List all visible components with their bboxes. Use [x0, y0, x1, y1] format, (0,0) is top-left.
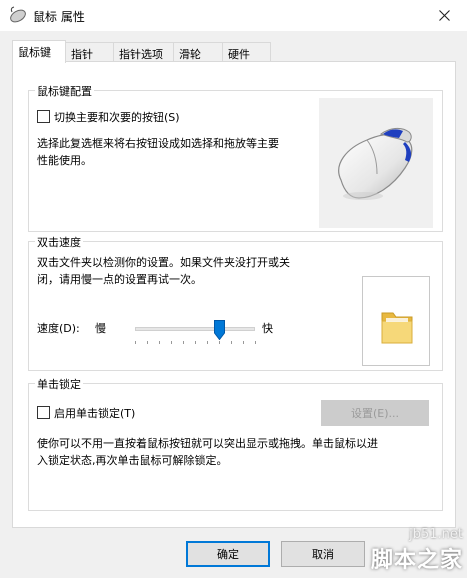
- cancel-button[interactable]: 取消: [281, 541, 365, 567]
- mouse-icon: [10, 6, 26, 23]
- title-bar: 鼠标 属性: [0, 0, 467, 31]
- button-config-description: 选择此复选框来将右按钮设成如选择和拖放等主要 性能使用。: [37, 135, 307, 169]
- tab-panel: 鼠标键配置 切换主要和次要的按钮(S) 选择此复选框来将右按钮设成如选择和拖放等…: [12, 61, 456, 528]
- double-click-description: 双击文件夹以检测你的设置。如果文件夹没打开或关 闭，请用慢一点的设置再试一次。: [37, 254, 337, 288]
- slider-tick: [255, 341, 256, 344]
- site-watermark: jb51.net 脚本之家: [371, 527, 463, 574]
- double-click-speed-slider-thumb[interactable]: [214, 320, 225, 340]
- tab-hardware[interactable]: 硬件: [222, 42, 271, 62]
- mouse-preview: [319, 98, 433, 228]
- slider-tick: [195, 341, 196, 344]
- tab-pointer-options[interactable]: 指针选项: [113, 42, 174, 62]
- double-click-group: 双击速度 双击文件夹以检测你的设置。如果文件夹没打开或关 闭，请用慢一点的设置再…: [28, 234, 443, 371]
- slider-tick: [219, 341, 220, 344]
- slider-tick: [243, 341, 244, 344]
- click-lock-desc-line2: 入锁定状态,再次单击鼠标可解除锁定。: [37, 454, 228, 467]
- click-lock-desc-line1: 使你可以不用一直按着鼠标按钮就可以突出显示或拖拽。单击鼠标以进: [37, 437, 378, 450]
- mouse-properties-window: 鼠标 属性 鼠标键 指针 指针选项 滑轮 硬件 鼠标键配置 切换主要和次要的按钮…: [0, 0, 467, 578]
- click-lock-settings-button[interactable]: 设置(E)...: [321, 400, 429, 426]
- double-click-speed-slider-track[interactable]: [135, 327, 255, 331]
- slider-tick: [135, 341, 136, 344]
- switch-buttons-checkbox[interactable]: [37, 110, 50, 123]
- button-config-desc-line2: 性能使用。: [37, 154, 92, 167]
- slider-tick: [231, 341, 232, 344]
- tab-wheel[interactable]: 滑轮: [173, 42, 223, 62]
- click-lock-label: 启用单击锁定(T): [54, 407, 136, 420]
- double-click-desc-line1: 双击文件夹以检测你的设置。如果文件夹没打开或关: [37, 256, 290, 269]
- close-button[interactable]: [421, 0, 467, 31]
- double-click-title: 双击速度: [35, 234, 83, 250]
- mouse-illustration-icon: [338, 127, 413, 200]
- speed-label: 速度(D):: [37, 322, 80, 335]
- folder-icon: [381, 312, 413, 344]
- watermark-text: 脚本之家: [370, 548, 463, 573]
- switch-buttons-option[interactable]: 切换主要和次要的按钮(S): [37, 109, 180, 126]
- slider-tick: [147, 341, 148, 344]
- button-config-desc-line1: 选择此复选框来将右按钮设成如选择和拖放等主要: [37, 137, 279, 150]
- watermark-url: jb51.net: [409, 527, 463, 542]
- slider-tick: [159, 341, 160, 344]
- slider-tick: [207, 341, 208, 344]
- slow-label: 慢: [95, 322, 106, 335]
- click-lock-description: 使你可以不用一直按着鼠标按钮就可以突出显示或拖拽。单击鼠标以进 入锁定状态,再次…: [37, 435, 437, 469]
- slider-tick: [183, 341, 184, 344]
- switch-buttons-label: 切换主要和次要的按钮(S): [54, 111, 180, 124]
- ok-button[interactable]: 确定: [186, 541, 270, 567]
- test-folder-area[interactable]: [362, 276, 430, 366]
- button-config-title: 鼠标键配置: [35, 83, 94, 99]
- click-lock-group: 单击锁定 启用单击锁定(T) 设置(E)... 使你可以不用一直按着鼠标按钮就可…: [28, 376, 443, 511]
- click-lock-option[interactable]: 启用单击锁定(T): [37, 405, 135, 422]
- double-click-desc-line2: 闭，请用慢一点的设置再试一次。: [37, 273, 202, 286]
- click-lock-title: 单击锁定: [35, 376, 83, 392]
- button-config-group: 鼠标键配置 切换主要和次要的按钮(S) 选择此复选框来将右按钮设成如选择和拖放等…: [28, 83, 443, 232]
- click-lock-checkbox[interactable]: [37, 406, 50, 419]
- fast-label: 快: [262, 322, 273, 335]
- close-icon: [438, 10, 450, 21]
- tab-mouse-buttons[interactable]: 鼠标键: [12, 40, 66, 63]
- slider-tick: [171, 341, 172, 344]
- window-title: 鼠标 属性: [33, 10, 85, 24]
- tab-pointers[interactable]: 指针: [65, 42, 114, 62]
